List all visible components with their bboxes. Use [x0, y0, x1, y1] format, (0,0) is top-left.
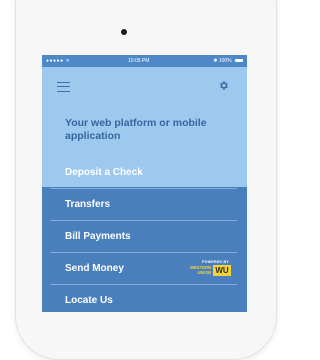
wu-mark: WU	[213, 265, 231, 276]
status-time: 10:05 PM	[128, 58, 150, 64]
menu-item-bill-payments[interactable]: Bill Payments	[50, 221, 237, 253]
main-menu: Deposit a Check Transfers Bill Payments …	[42, 157, 247, 312]
menu-item-deposit-check[interactable]: Deposit a Check	[50, 157, 237, 189]
battery-label: ✱ 100%	[213, 58, 232, 64]
battery-icon	[235, 59, 243, 63]
menu-item-send-money[interactable]: Send Money POWERED BY WESTERN UNION WU	[50, 253, 237, 285]
app-screen: ●●●●● ᯤ 10:05 PM ✱ 100% Your web platfor…	[42, 55, 247, 312]
menu-item-label: Locate Us	[65, 295, 113, 306]
menu-item-label: Deposit a Check	[65, 167, 143, 178]
gear-icon[interactable]	[218, 80, 229, 91]
status-bar: ●●●●● ᯤ 10:05 PM ✱ 100%	[42, 55, 247, 67]
menu-item-label: Send Money	[65, 263, 124, 274]
powered-by-label: POWERED BY	[202, 260, 229, 264]
phone-camera	[121, 29, 127, 35]
wordmark-line2: UNION	[197, 269, 212, 275]
signal-indicator: ●●●●● ᯤ	[46, 58, 71, 64]
menu-item-label: Bill Payments	[65, 231, 131, 242]
menu-item-locate-us[interactable]: Locate Us	[50, 285, 237, 312]
menu-item-transfers[interactable]: Transfers	[50, 189, 237, 221]
battery-indicator: ✱ 100%	[213, 58, 243, 64]
hamburger-icon[interactable]	[57, 82, 70, 92]
western-union-wordmark: WESTERN UNION	[183, 265, 212, 275]
app-tagline: Your web platform or mobile application	[65, 117, 207, 142]
menu-item-label: Transfers	[65, 199, 111, 210]
western-union-logo: POWERED BY WESTERN UNION WU	[183, 260, 233, 278]
